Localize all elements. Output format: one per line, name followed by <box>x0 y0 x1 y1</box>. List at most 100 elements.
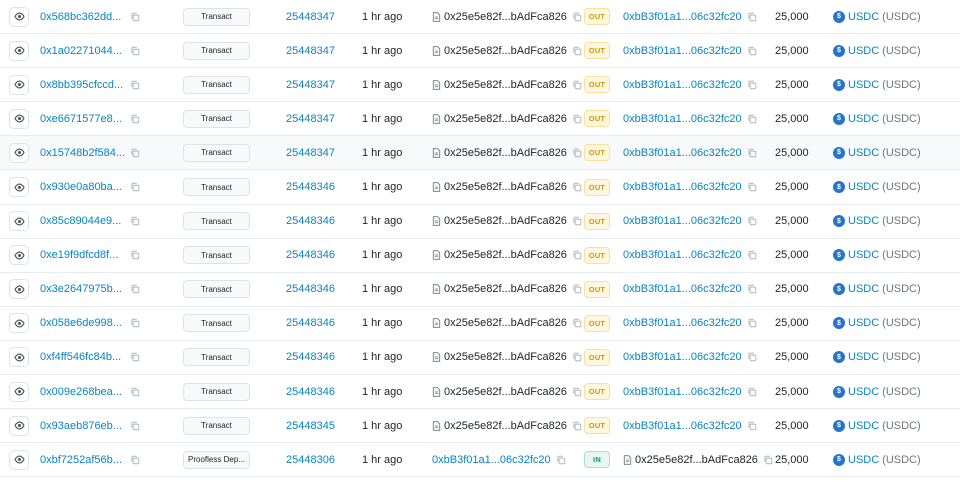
txn-hash-link[interactable]: 0x3e2647975b... <box>40 283 122 295</box>
from-address[interactable]: 0x25e5e82f...bAdFca826 <box>444 79 567 91</box>
block-link[interactable]: 25448346 <box>286 283 335 295</box>
token-link[interactable]: USDC <box>848 147 879 159</box>
copy-from-button[interactable] <box>572 387 582 397</box>
copy-to-button[interactable] <box>747 216 757 226</box>
from-address[interactable]: 0x25e5e82f...bAdFca826 <box>444 386 567 398</box>
txn-hash-link[interactable]: 0x8bb395cfccd... <box>40 79 123 91</box>
to-address[interactable]: 0xbB3f01a1...06c32fc20 <box>623 420 742 432</box>
from-address[interactable]: 0x25e5e82f...bAdFca826 <box>444 249 567 261</box>
to-address[interactable]: 0xbB3f01a1...06c32fc20 <box>623 11 742 23</box>
view-details-button[interactable] <box>9 381 29 402</box>
txn-hash-link[interactable]: 0xf4ff546fc84b... <box>40 351 121 363</box>
to-address[interactable]: 0xbB3f01a1...06c32fc20 <box>623 45 742 57</box>
from-address[interactable]: 0x25e5e82f...bAdFca826 <box>444 351 567 363</box>
copy-hash-button[interactable] <box>130 114 140 124</box>
copy-hash-button[interactable] <box>130 387 140 397</box>
copy-from-button[interactable] <box>572 250 582 260</box>
view-details-button[interactable] <box>9 211 29 232</box>
to-address[interactable]: 0xbB3f01a1...06c32fc20 <box>623 79 742 91</box>
copy-from-button[interactable] <box>572 421 582 431</box>
copy-hash-button[interactable] <box>130 80 140 90</box>
copy-hash-button[interactable] <box>130 46 140 56</box>
to-address[interactable]: 0xbB3f01a1...06c32fc20 <box>623 317 742 329</box>
from-address[interactable]: 0x25e5e82f...bAdFca826 <box>444 113 567 125</box>
token-link[interactable]: USDC <box>848 317 879 329</box>
copy-hash-button[interactable] <box>130 216 140 226</box>
copy-from-button[interactable] <box>572 352 582 362</box>
copy-to-button[interactable] <box>747 114 757 124</box>
token-link[interactable]: USDC <box>848 181 879 193</box>
view-details-button[interactable] <box>9 108 29 129</box>
txn-hash-link[interactable]: 0x930e0a80ba... <box>40 181 122 193</box>
view-details-button[interactable] <box>9 279 29 300</box>
token-link[interactable]: USDC <box>848 113 879 125</box>
copy-to-button[interactable] <box>747 250 757 260</box>
from-address[interactable]: 0x25e5e82f...bAdFca826 <box>444 317 567 329</box>
copy-from-button[interactable] <box>572 80 582 90</box>
token-link[interactable]: USDC <box>848 386 879 398</box>
txn-hash-link[interactable]: 0x85c89044e9... <box>40 215 121 227</box>
copy-hash-button[interactable] <box>130 148 140 158</box>
to-address[interactable]: 0xbB3f01a1...06c32fc20 <box>623 181 742 193</box>
txn-hash-link[interactable]: 0x1a02271044... <box>40 45 122 57</box>
copy-to-button[interactable] <box>763 455 773 465</box>
token-link[interactable]: USDC <box>848 45 879 57</box>
view-details-button[interactable] <box>9 40 29 61</box>
copy-hash-button[interactable] <box>130 182 140 192</box>
copy-to-button[interactable] <box>747 12 757 22</box>
txn-hash-link[interactable]: 0x058e6de998... <box>40 317 122 329</box>
copy-from-button[interactable] <box>572 148 582 158</box>
copy-from-button[interactable] <box>572 182 582 192</box>
txn-hash-link[interactable]: 0x15748b2f584... <box>40 147 125 159</box>
copy-hash-button[interactable] <box>130 421 140 431</box>
copy-hash-button[interactable] <box>130 352 140 362</box>
block-link[interactable]: 25448346 <box>286 317 335 329</box>
token-link[interactable]: USDC <box>848 454 879 466</box>
copy-hash-button[interactable] <box>130 318 140 328</box>
view-details-button[interactable] <box>9 74 29 95</box>
txn-hash-link[interactable]: 0x568bc362dd... <box>40 11 121 23</box>
block-link[interactable]: 25448345 <box>286 420 335 432</box>
block-link[interactable]: 25448346 <box>286 386 335 398</box>
token-link[interactable]: USDC <box>848 215 879 227</box>
to-address[interactable]: 0xbB3f01a1...06c32fc20 <box>623 215 742 227</box>
copy-hash-button[interactable] <box>130 284 140 294</box>
from-address[interactable]: 0x25e5e82f...bAdFca826 <box>444 147 567 159</box>
view-details-button[interactable] <box>9 347 29 368</box>
txn-hash-link[interactable]: 0x93aeb876eb... <box>40 420 122 432</box>
from-address[interactable]: 0x25e5e82f...bAdFca826 <box>444 283 567 295</box>
block-link[interactable]: 25448347 <box>286 11 335 23</box>
copy-to-button[interactable] <box>747 148 757 158</box>
token-link[interactable]: USDC <box>848 283 879 295</box>
copy-from-button[interactable] <box>572 46 582 56</box>
block-link[interactable]: 25448346 <box>286 351 335 363</box>
txn-hash-link[interactable]: 0xe19f9dfcd8f... <box>40 249 118 261</box>
block-link[interactable]: 25448347 <box>286 79 335 91</box>
view-details-button[interactable] <box>9 245 29 266</box>
copy-to-button[interactable] <box>747 46 757 56</box>
block-link[interactable]: 25448347 <box>286 113 335 125</box>
copy-hash-button[interactable] <box>130 250 140 260</box>
token-link[interactable]: USDC <box>848 79 879 91</box>
view-details-button[interactable] <box>9 415 29 436</box>
copy-from-button[interactable] <box>556 455 566 465</box>
from-address[interactable]: 0x25e5e82f...bAdFca826 <box>444 420 567 432</box>
view-details-button[interactable] <box>9 6 29 27</box>
copy-to-button[interactable] <box>747 387 757 397</box>
token-link[interactable]: USDC <box>848 249 879 261</box>
view-details-button[interactable] <box>9 142 29 163</box>
block-link[interactable]: 25448347 <box>286 45 335 57</box>
block-link[interactable]: 25448346 <box>286 181 335 193</box>
to-address[interactable]: 0xbB3f01a1...06c32fc20 <box>623 283 742 295</box>
to-address[interactable]: 0xbB3f01a1...06c32fc20 <box>623 351 742 363</box>
token-link[interactable]: USDC <box>848 420 879 432</box>
block-link[interactable]: 25448346 <box>286 249 335 261</box>
copy-to-button[interactable] <box>747 80 757 90</box>
from-address[interactable]: 0x25e5e82f...bAdFca826 <box>444 11 567 23</box>
txn-hash-link[interactable]: 0x009e268bea... <box>40 386 122 398</box>
to-address[interactable]: 0xbB3f01a1...06c32fc20 <box>623 113 742 125</box>
to-address[interactable]: 0x25e5e82f...bAdFca826 <box>635 454 758 466</box>
to-address[interactable]: 0xbB3f01a1...06c32fc20 <box>623 147 742 159</box>
from-address[interactable]: 0x25e5e82f...bAdFca826 <box>444 215 567 227</box>
copy-from-button[interactable] <box>572 284 582 294</box>
